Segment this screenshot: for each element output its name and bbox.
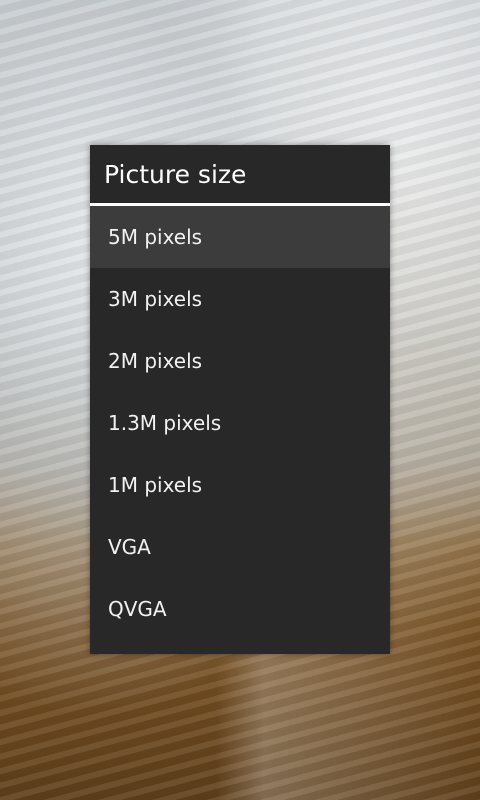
option-vga[interactable]: VGA — [90, 516, 390, 578]
option-qvga[interactable]: QVGA — [90, 578, 390, 640]
option-1-3m-pixels[interactable]: 1.3M pixels — [90, 392, 390, 454]
picture-size-options: 5M pixels 3M pixels 2M pixels 1.3M pixel… — [90, 206, 390, 640]
option-1m-pixels[interactable]: 1M pixels — [90, 454, 390, 516]
picture-size-dialog: Picture size 5M pixels 3M pixels 2M pixe… — [90, 145, 390, 654]
option-5m-pixels[interactable]: 5M pixels — [90, 206, 390, 268]
option-2m-pixels[interactable]: 2M pixels — [90, 330, 390, 392]
option-3m-pixels[interactable]: 3M pixels — [90, 268, 390, 330]
dialog-title: Picture size — [90, 145, 390, 206]
